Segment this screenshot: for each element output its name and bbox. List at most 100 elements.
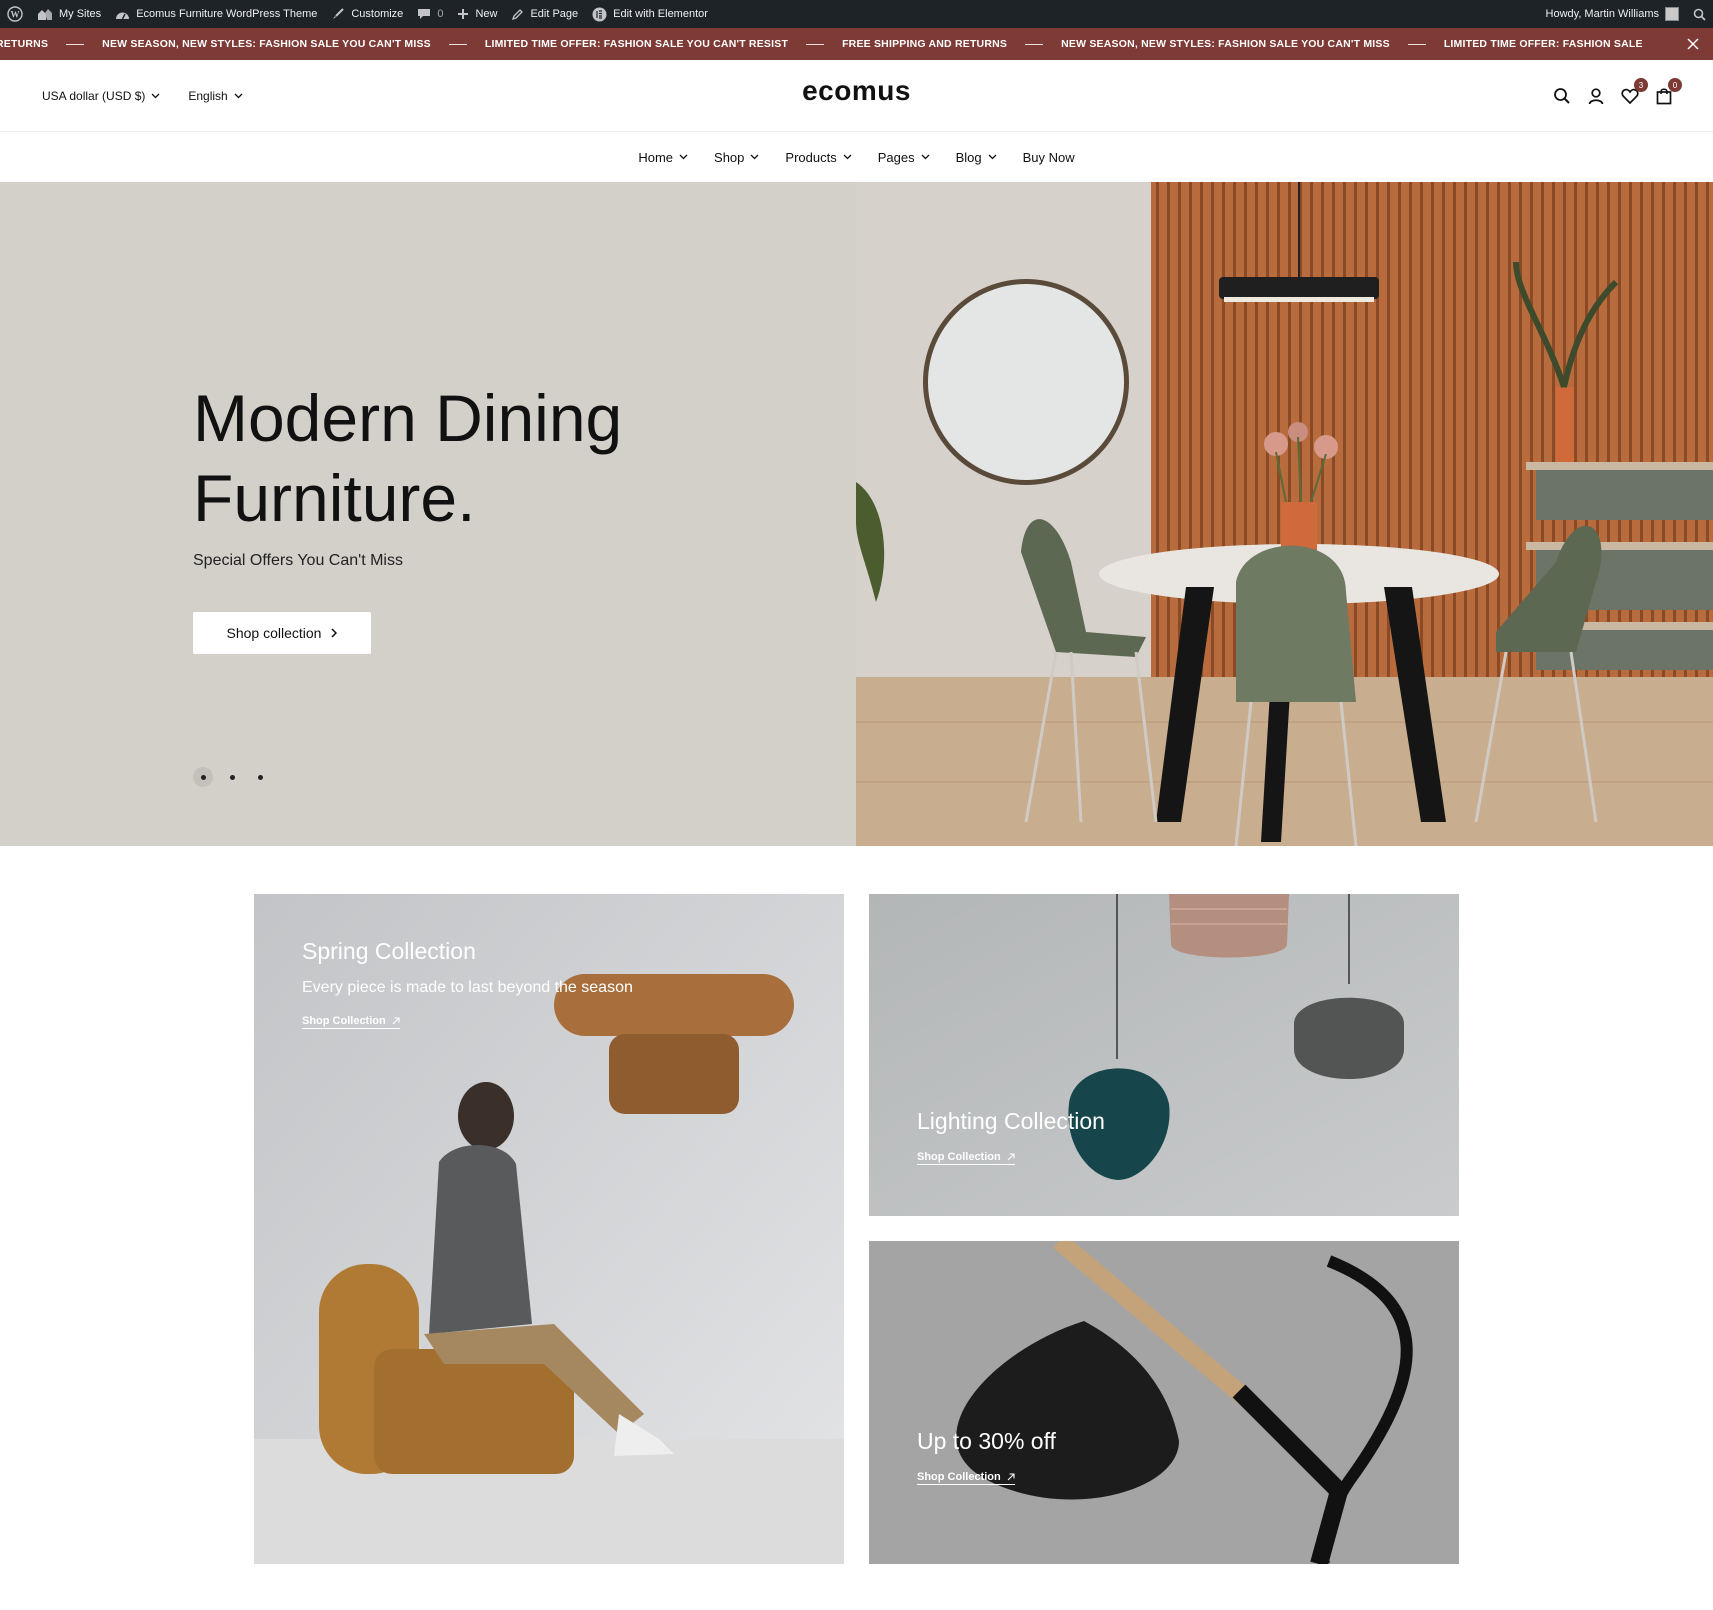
currency-selector[interactable]: USA dollar (USD $): [42, 89, 160, 103]
customize-button[interactable]: Customize: [324, 0, 410, 28]
customize-label: Customize: [351, 8, 404, 20]
account-menu[interactable]: Howdy, Martin Williams: [1539, 0, 1686, 28]
hero-image-dining-room: [856, 182, 1713, 847]
arrow-up-right-icon: [392, 1017, 400, 1025]
comments-button[interactable]: 0: [410, 0, 450, 28]
hero-subtitle: Special Offers You Can't Miss: [193, 552, 403, 569]
my-sites-menu[interactable]: My Sites: [30, 0, 108, 28]
nav-item-label: Buy Now: [1022, 149, 1075, 165]
svg-text:W: W: [11, 10, 20, 20]
sale-shop-collection-link[interactable]: Shop Collection: [917, 1471, 1015, 1485]
announcement-bar: RETURNS NEW SEASON, NEW STYLES: FASHION …: [0, 28, 1713, 60]
shop-collection-button[interactable]: Shop collection: [193, 612, 371, 654]
chevron-down-icon: [843, 154, 852, 160]
announcement-item: NEW SEASON, NEW STYLES: FASHION SALE YOU…: [1061, 38, 1390, 50]
wishlist-count-badge: 3: [1634, 78, 1648, 92]
close-icon: [1687, 38, 1699, 50]
announcement-marquee: RETURNS NEW SEASON, NEW STYLES: FASHION …: [0, 28, 1661, 60]
chevron-down-icon: [988, 154, 997, 160]
new-label: New: [475, 8, 498, 20]
elementor-icon: [592, 7, 607, 21]
wishlist-button[interactable]: 3: [1621, 78, 1648, 105]
edit-elementor-label: Edit with Elementor: [613, 8, 708, 20]
site-header: USA dollar (USD $) English ecomus 3 0: [0, 60, 1713, 132]
chevron-down-icon: [234, 93, 243, 99]
announcement-item: FREE SHIPPING AND RETURNS: [842, 38, 1008, 50]
brush-icon: [333, 8, 345, 19]
my-sites-icon: [38, 9, 52, 20]
search-icon: [1693, 8, 1706, 21]
spring-collection-text: Spring Collection Every piece is made to…: [302, 938, 633, 1029]
shop-collection-label: Shop collection: [226, 625, 322, 641]
slider-dot-active[interactable]: [193, 767, 213, 787]
announcement-separator: [1025, 43, 1044, 45]
lighting-collection-title: Lighting Collection: [917, 1108, 1105, 1134]
announcement-separator: [806, 43, 825, 45]
lighting-collection-text: Lighting Collection Shop Collection: [917, 1108, 1105, 1165]
nav-item-label: Blog: [955, 149, 982, 165]
site-logo[interactable]: ecomus: [0, 75, 1713, 107]
main-navigation: Home Shop Products Pages Blog Buy Now: [0, 132, 1713, 182]
slider-dot[interactable]: [223, 768, 241, 786]
plus-icon: [458, 9, 469, 19]
site-name-label: Ecomus Furniture WordPress Theme: [136, 8, 318, 20]
nav-item-pages[interactable]: Pages: [878, 150, 930, 165]
my-sites-label: My Sites: [59, 8, 102, 20]
arrow-up-right-icon: [1007, 1153, 1015, 1161]
language-label: English: [188, 89, 228, 103]
comment-icon: [418, 9, 431, 19]
announcement-item: LIMITED TIME OFFER: FASHION SALE: [1443, 38, 1643, 50]
chevron-down-icon: [151, 93, 160, 99]
edit-page-button[interactable]: Edit Page: [504, 0, 585, 28]
announcement-close-button[interactable]: [1673, 28, 1713, 60]
lighting-shop-collection-link[interactable]: Shop Collection: [917, 1151, 1015, 1165]
nav-item-label: Shop: [714, 149, 745, 165]
announcement-item: NEW SEASON, NEW STYLES: FASHION SALE YOU…: [102, 38, 431, 50]
nav-item-label: Products: [785, 149, 837, 165]
chevron-down-icon: [921, 154, 930, 160]
currency-label: USA dollar (USD $): [42, 89, 146, 103]
language-selector[interactable]: English: [188, 89, 243, 103]
nav-item-label: Pages: [877, 149, 915, 165]
user-avatar: [1665, 7, 1679, 21]
spring-shop-collection-link[interactable]: Shop Collection: [302, 1015, 400, 1029]
cart-count-badge: 0: [1668, 78, 1682, 92]
sale-collection-title: Up to 30% off: [917, 1428, 1056, 1454]
wordpress-logo-button[interactable]: W: [0, 0, 30, 28]
announcement-separator: [1407, 43, 1426, 45]
edit-with-elementor-button[interactable]: Edit with Elementor: [585, 0, 715, 28]
spring-collection-title: Spring Collection: [302, 938, 476, 964]
announcement-item: LIMITED TIME OFFER: FASHION SALE YOU CAN…: [484, 38, 789, 50]
sale-collection-image: [869, 1241, 1459, 1564]
announcement-item: RETURNS: [0, 38, 49, 50]
announcement-separator: [66, 43, 85, 45]
nav-item-products[interactable]: Products: [785, 149, 852, 165]
lighting-collection-card[interactable]: Lighting Collection Shop Collection: [869, 894, 1459, 1216]
cart-button[interactable]: 0: [1655, 78, 1682, 105]
admin-search-button[interactable]: [1686, 0, 1713, 28]
nav-item-blog[interactable]: Blog: [956, 150, 997, 165]
pencil-icon: [512, 8, 524, 20]
nav-item-label: Home: [638, 149, 674, 165]
shop-collection-link-label: Shop Collection: [917, 1151, 1001, 1163]
chevron-right-icon: [331, 628, 338, 638]
chevron-down-icon: [750, 154, 759, 160]
user-icon: [1588, 88, 1604, 105]
site-name-menu[interactable]: Ecomus Furniture WordPress Theme: [108, 0, 324, 28]
nav-item-buy-now[interactable]: Buy Now: [1023, 150, 1075, 165]
sale-collection-card[interactable]: Up to 30% off Shop Collection: [869, 1241, 1459, 1564]
wp-admin-bar: W My Sites Ecomus Furniture WordPress Th…: [0, 0, 1713, 28]
hero-title: Modern Dining Furniture.: [193, 381, 623, 535]
new-content-button[interactable]: New: [450, 0, 504, 28]
nav-item-home[interactable]: Home: [638, 150, 688, 165]
hero-slider: Modern Dining Furniture. Special Offers …: [0, 182, 1713, 847]
search-button[interactable]: [1553, 87, 1571, 105]
arrow-up-right-icon: [1007, 1473, 1015, 1481]
lighting-collection-image: [869, 894, 1459, 1216]
spring-collection-card[interactable]: Spring Collection Every piece is made to…: [254, 894, 844, 1564]
shop-collection-link-label: Shop Collection: [302, 1015, 386, 1027]
wordpress-icon: W: [7, 6, 23, 22]
slider-dot[interactable]: [251, 768, 269, 786]
account-button[interactable]: [1587, 87, 1605, 105]
nav-item-shop[interactable]: Shop: [714, 150, 759, 165]
